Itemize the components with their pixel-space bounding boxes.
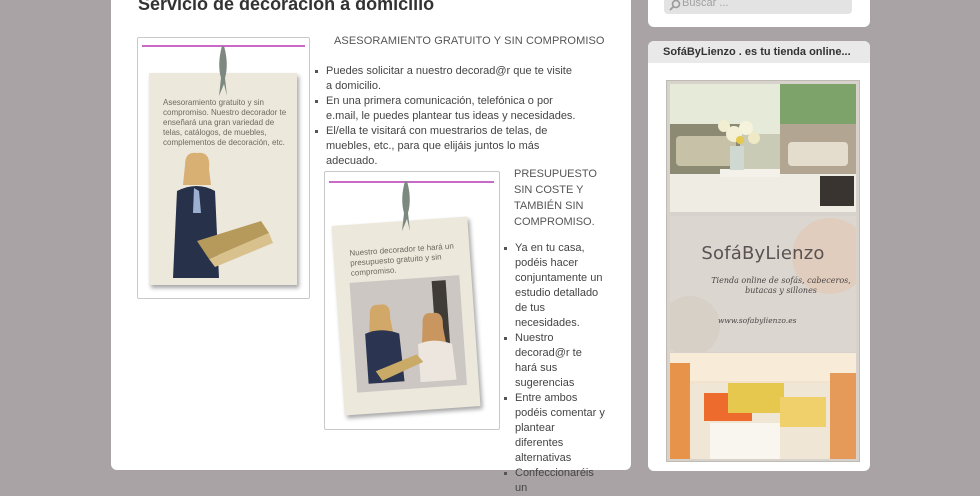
page-title: Servicio de decoración a domicilio bbox=[138, 0, 435, 14]
ribbon-clip-right bbox=[402, 181, 410, 231]
ribbon-clip-left bbox=[219, 46, 227, 96]
sofa-image bbox=[670, 353, 856, 459]
section2-list: Ya en tu casa, podéis hacer conjuntament… bbox=[502, 241, 606, 496]
banner-photo-sofa bbox=[670, 353, 856, 459]
section1-heading: ASESORAMIENTO GRATUITO Y SIN COMPROMISO bbox=[334, 35, 605, 47]
brand-name: SofáByLienzo bbox=[701, 243, 825, 264]
list-item: Entre ambos podéis comentar y plantear d… bbox=[502, 391, 606, 466]
store-banner[interactable]: SofáByLienzo Tienda online de sofás, cab… bbox=[666, 80, 860, 462]
photo-card-left: Asesoramiento gratuito y sin compromiso.… bbox=[149, 73, 297, 285]
consultation-photo bbox=[349, 275, 467, 393]
list-item: Nuestro decorad@r te hará sus sugerencia… bbox=[502, 331, 606, 391]
banner-brand-tile: SofáByLienzo Tienda online de sofás, cab… bbox=[670, 216, 856, 352]
search-icon[interactable] bbox=[669, 0, 681, 11]
advisor-photo bbox=[173, 152, 273, 278]
living-room-image bbox=[670, 84, 856, 212]
photo-card-right: Nuestro decorador te hará un presupuesto… bbox=[331, 216, 481, 416]
search-input[interactable] bbox=[682, 0, 848, 12]
brand-tagline: Tienda online de sofás, cabeceros, butac… bbox=[711, 276, 851, 295]
list-item: El/ella te visitará con muestrarios de t… bbox=[313, 124, 581, 169]
section1-list: Puedes solicitar a nuestro decorad@r que… bbox=[313, 64, 581, 169]
brand-url: www.sofabylienzo.es bbox=[718, 316, 797, 325]
list-item: En una primera comunicación, telefónica … bbox=[313, 94, 581, 124]
section2-heading: PRESUPUESTO SIN COSTE Y TAMBIÉN SIN COMP… bbox=[514, 168, 597, 228]
list-item: Puedes solicitar a nuestro decorad@r que… bbox=[313, 64, 581, 94]
list-item: Confeccionaréis un bbox=[502, 466, 606, 496]
banner-photo-living-room bbox=[670, 84, 856, 212]
widget-title: SofáByLienzo . es tu tienda online... bbox=[648, 41, 870, 63]
list-item: Ya en tu casa, podéis hacer conjuntament… bbox=[502, 241, 606, 331]
